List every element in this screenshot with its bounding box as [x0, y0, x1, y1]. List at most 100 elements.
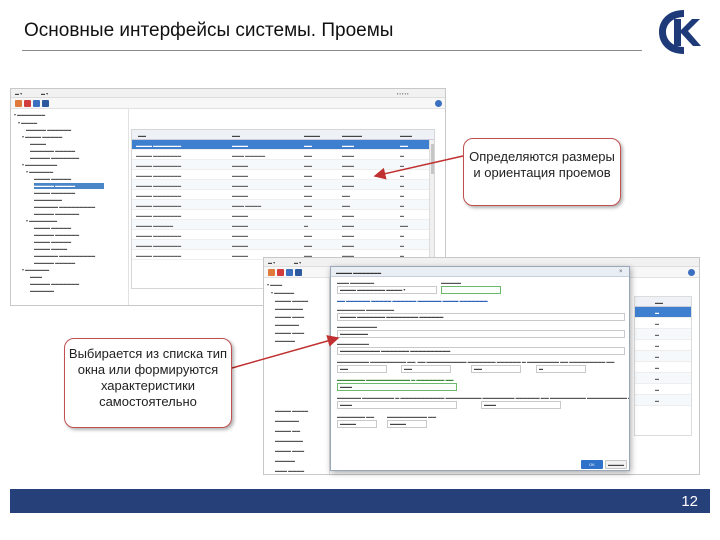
tree-node[interactable]: ▬▬▬▬ ▬▬▬▬	[34, 246, 67, 252]
delete-icon[interactable]	[277, 269, 284, 276]
save-icon[interactable]	[42, 100, 49, 107]
cancel-button[interactable]: ▬▬▬▬	[605, 460, 627, 469]
table-row[interactable]: ▬▬▬▬ ▬▬▬▬▬▬▬ ▬▬▬▬ ▬▬ ▬▬▬ ▬	[132, 170, 434, 180]
table-row[interactable]: ▬	[635, 373, 691, 384]
param-2-input[interactable]: ▬▬	[401, 365, 451, 373]
tree-node[interactable]: ▬▬▬▬ ▬▬▬▬▬	[34, 176, 71, 182]
width-input[interactable]: ▬▬▬▬	[337, 420, 377, 428]
close-icon[interactable]: ×	[619, 269, 625, 275]
tree-node[interactable]: ▾ ▬▬▬▬▬▬▬	[14, 112, 45, 118]
tree-node[interactable]: ▾ ▬▬▬▬	[18, 120, 37, 126]
table-row[interactable]: ▬▬▬▬ ▬▬▬▬▬▬▬ ▬▬▬▬ ▬▬ ▬▬▬ ▬▬	[132, 140, 434, 150]
opening-type-select[interactable]: ▬▬▬▬ ▬▬▬▬▬▬▬ ▬▬▬▬ ▾	[337, 286, 437, 294]
tree-node[interactable]: ▬▬▬▬▬▬ ▬▬▬▬▬	[30, 148, 75, 154]
object-tree[interactable]: ▾ ▬▬▬ ▾ ▬▬▬▬▬ ▬▬▬▬ ▬▬▬▬ ▬▬▬▬▬▬▬ ▬▬▬▬ ▬▬▬…	[264, 278, 330, 474]
tree-node[interactable]: ▬▬▬▬▬▬ ▬▬▬▬▬▬▬▬▬	[34, 204, 95, 210]
tree-node[interactable]: ▬▬▬▬ ▬▬▬▬▬	[34, 239, 71, 245]
table-row[interactable]: ▬▬▬▬ ▬▬▬▬▬▬▬ ▬▬▬▬ ▬▬ ▬▬▬ ▬	[132, 210, 434, 220]
tree-node[interactable]: ▾ ▬▬▬▬▬▬	[26, 169, 53, 175]
page-title: Основные интерфейсы системы. Проемы	[24, 20, 394, 41]
tree-node[interactable]: ▬▬▬▬ ▬▬▬	[275, 448, 304, 454]
param-1-input[interactable]: ▬▬	[337, 365, 387, 373]
table-row[interactable]: ▬▬▬▬ ▬▬▬▬▬▬▬ ▬▬▬▬ ▬▬ ▬▬▬ ▬	[132, 160, 434, 170]
tree-node[interactable]: ▬▬▬▬▬▬	[30, 288, 54, 294]
name-field[interactable]	[441, 286, 501, 294]
tree-node[interactable]: ▬▬▬▬▬ ▬▬▬▬▬▬	[34, 211, 79, 217]
height-input[interactable]: ▬▬▬▬	[387, 420, 427, 428]
delete-icon[interactable]	[24, 100, 31, 107]
tree-node[interactable]: ▬▬▬ ▬▬▬▬	[275, 468, 304, 474]
object-tree[interactable]: ▾ ▬▬▬▬▬▬▬ ▾ ▬▬▬▬ ▬▬▬▬▬ ▬▬▬▬▬▬ ▾ ▬▬▬▬ ▬▬▬…	[11, 109, 129, 305]
edit-icon[interactable]	[286, 269, 293, 276]
tree-node[interactable]: ▬▬▬▬ ▬▬▬▬	[275, 408, 308, 414]
param-4-input[interactable]: ▬	[536, 365, 586, 373]
edit-icon[interactable]	[33, 100, 40, 107]
menu-view-icon[interactable]: ▬ ▾	[294, 260, 301, 265]
tree-node[interactable]: ▾ ▬▬▬▬▬	[271, 290, 294, 296]
catalog-select[interactable]: ▬▬▬▬ ▬▬▬▬▬▬▬ ▬▬▬▬▬▬▬▬ ▬▬▬▬▬▬	[337, 313, 625, 321]
info-icon[interactable]	[435, 100, 442, 107]
table-row[interactable]: ▬	[635, 340, 691, 351]
ok-button[interactable]: OK	[581, 460, 603, 469]
table-row[interactable]: ▬	[635, 318, 691, 329]
add-icon[interactable]	[15, 100, 22, 107]
param-3-input[interactable]: ▬▬	[471, 365, 521, 373]
tree-node[interactable]: ▬▬▬▬▬ ▬▬▬▬▬	[34, 260, 75, 266]
tree-node[interactable]: ▬▬▬▬▬ ▬▬▬▬▬▬	[26, 127, 71, 133]
tree-node[interactable]: ▾ ▬▬▬▬ ▬▬▬▬▬	[22, 134, 62, 140]
orientation-select[interactable]: ▬▬▬▬▬▬▬	[337, 330, 625, 338]
menu-view-icon[interactable]: ▬ ▾	[41, 91, 48, 96]
table-row[interactable]: ▬	[635, 395, 691, 406]
tree-node[interactable]: ▬▬▬	[30, 274, 42, 280]
tree-node[interactable]: ▬▬▬▬ ▬▬▬	[275, 330, 304, 336]
callout-dimensions: Определяются размеры и ориентация проемо…	[463, 138, 621, 206]
table-row[interactable]: ▬▬▬▬ ▬▬▬▬▬ ▬▬▬▬ ▬ ▬▬▬ ▬▬	[132, 220, 434, 230]
field-label: ▬▬▬▬▬▬▬▬▬▬	[337, 324, 377, 329]
table-row[interactable]: ▬▬▬▬ ▬▬▬▬▬▬▬ ▬▬▬▬ ▬▬ ▬▬▬ ▬	[132, 240, 434, 250]
table-row[interactable]: ▬	[635, 307, 691, 318]
tree-node[interactable]: ▬▬▬▬▬▬	[275, 322, 299, 328]
tree-node[interactable]: ▬▬▬▬ ▬▬	[275, 428, 300, 434]
tree-node[interactable]: ▬▬▬▬▬▬ ▬▬▬▬▬▬▬▬▬	[34, 253, 95, 259]
menu-file-icon[interactable]: ▬ ▾	[268, 260, 275, 265]
heat-loss-input[interactable]: ▬▬▬	[337, 401, 457, 409]
add-icon[interactable]	[268, 269, 275, 276]
tree-node[interactable]: ▬▬▬▬▬▬	[275, 418, 299, 424]
coefficient-input[interactable]: ▬▬▬	[337, 383, 457, 391]
tree-node[interactable]: ▬▬▬▬ ▬▬▬▬▬▬	[34, 190, 75, 196]
tree-node[interactable]: ▬▬▬▬▬▬▬	[34, 197, 62, 203]
table-row[interactable]: ▬	[635, 351, 691, 362]
link-new-type[interactable]: ▬▬ ▬▬▬▬▬▬ ▬▬▬▬▬ ▬▬▬▬▬▬ ▬▬▬▬▬▬ ▬▬▬▬ ▬▬▬▬▬…	[337, 298, 488, 303]
table-row[interactable]: ▬	[635, 362, 691, 373]
tree-node[interactable]: ▬▬▬▬▬▬▬	[275, 306, 303, 312]
tree-node[interactable]: ▬▬▬▬▬ ▬▬▬▬▬▬	[34, 232, 79, 238]
table-row[interactable]: ▬	[635, 384, 691, 395]
menu-file-icon[interactable]: ▬ ▾	[15, 91, 22, 96]
info-icon[interactable]	[688, 269, 695, 276]
table-row[interactable]: ▬▬▬▬ ▬▬▬▬▬▬▬ ▬▬▬▬ ▬▬ ▬▬▬ ▬	[132, 230, 434, 240]
tree-node-selected[interactable]: ▬▬▬▬▬ ▬▬▬▬▬	[34, 183, 104, 189]
material-select[interactable]: ▬▬▬▬▬▬▬▬▬▬ ▬▬▬▬▬▬▬ ▬▬▬▬▬▬▬▬▬▬	[337, 347, 625, 355]
tree-node[interactable]: ▬▬▬▬▬ ▬▬▬▬▬▬▬	[30, 281, 79, 287]
tree-node[interactable]: ▬▬▬▬ ▬▬▬▬▬	[34, 225, 71, 231]
tree-node[interactable]: ▬▬▬▬▬	[275, 338, 295, 344]
save-icon[interactable]	[295, 269, 302, 276]
heat-gain-input[interactable]: ▬▬▬	[481, 401, 561, 409]
tree-node[interactable]: ▬▬▬▬	[30, 141, 46, 147]
tree-node[interactable]: ▬▬▬▬▬	[275, 458, 295, 464]
tree-node[interactable]: ▾ ▬▬▬	[267, 282, 282, 288]
tree-node[interactable]: ▬▬▬▬ ▬▬▬	[275, 314, 304, 320]
window-controls-icon[interactable]: ▪ ▪ ▪ ▪ ▪	[397, 91, 409, 96]
tree-node[interactable]: ▬▬▬▬▬ ▬▬▬▬▬▬▬	[30, 155, 79, 161]
tree-node[interactable]: ▾ ▬▬▬▬▬▬	[22, 267, 49, 273]
table-row[interactable]: ▬▬▬▬ ▬▬▬▬▬▬▬ ▬▬▬▬ ▬▬ ▬▬ ▬	[132, 190, 434, 200]
tree-node[interactable]: ▬▬▬▬ ▬▬▬▬	[275, 298, 308, 304]
tree-node[interactable]: ▬▬▬▬▬▬▬	[275, 438, 303, 444]
tree-node[interactable]: ▾ ▬▬▬▬▬▬▬	[26, 218, 57, 224]
table-row[interactable]: ▬▬▬▬ ▬▬▬▬▬▬▬ ▬▬▬ ▬▬▬▬ ▬▬ ▬▬ ▬	[132, 200, 434, 210]
tree-node[interactable]: ▾ ▬▬▬▬▬▬▬▬	[22, 162, 57, 168]
field-label: ▬▬▬▬▬▬▬ ▬▬	[337, 414, 375, 419]
table-row[interactable]: ▬▬▬▬ ▬▬▬▬▬▬▬ ▬▬▬ ▬▬▬▬▬ ▬▬ ▬▬▬ ▬	[132, 150, 434, 160]
table-row[interactable]: ▬▬▬▬ ▬▬▬▬▬▬▬ ▬▬▬▬ ▬▬ ▬▬▬ ▬	[132, 180, 434, 190]
table-row[interactable]: ▬	[635, 329, 691, 340]
